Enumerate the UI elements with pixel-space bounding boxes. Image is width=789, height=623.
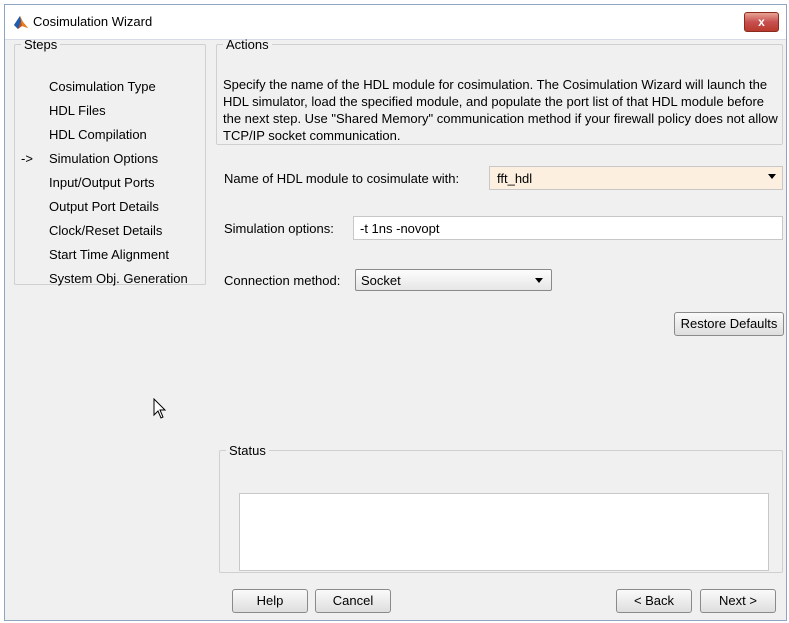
title-bar: Cosimulation Wizard x xyxy=(5,5,786,40)
steps-panel: Steps Cosimulation Type HDL Files HDL Comp… xyxy=(14,37,206,286)
step-label: Cosimulation Type xyxy=(49,79,156,94)
module-name-label: Name of HDL module to cosimulate with: xyxy=(224,171,460,186)
step-item: Clock/Reset Details xyxy=(15,223,162,238)
status-panel: Status xyxy=(219,443,783,573)
step-label: Input/Output Ports xyxy=(49,175,155,190)
simulation-options-input[interactable] xyxy=(353,216,783,240)
step-item: Cosimulation Type xyxy=(15,79,156,94)
step-item: HDL Compilation xyxy=(15,127,147,142)
close-button[interactable]: x xyxy=(744,12,779,32)
module-name-value: fft_hdl xyxy=(497,171,533,186)
status-legend: Status xyxy=(229,443,266,458)
restore-defaults-button[interactable]: Restore Defaults xyxy=(674,312,784,336)
simulation-options-label: Simulation options: xyxy=(224,221,334,236)
step-label: Simulation Options xyxy=(49,151,159,166)
actions-description: Specify the name of the HDL module for c… xyxy=(223,77,778,143)
step-label: Start Time Alignment xyxy=(49,247,169,262)
mouse-cursor-icon xyxy=(153,398,167,419)
connection-method-value: Socket xyxy=(361,273,401,288)
chevron-down-icon xyxy=(535,278,543,283)
step-item: Start Time Alignment xyxy=(15,247,169,262)
back-button[interactable]: < Back xyxy=(616,589,692,613)
actions-panel: Actions Specify the name of the HDL modu… xyxy=(216,37,783,145)
close-icon: x xyxy=(758,15,765,29)
step-label: System Obj. Generation xyxy=(49,271,188,286)
step-label: Output Port Details xyxy=(49,199,159,214)
current-step-marker: -> xyxy=(21,151,33,166)
status-textarea[interactable] xyxy=(239,493,769,571)
step-item: System Obj. Generation xyxy=(15,271,188,286)
next-button[interactable]: Next > xyxy=(700,589,776,613)
module-name-combobox[interactable]: fft_hdl xyxy=(489,166,783,190)
help-button[interactable]: Help xyxy=(232,589,308,613)
steps-legend: Steps xyxy=(24,37,58,52)
chevron-down-icon[interactable] xyxy=(768,174,776,179)
step-item: HDL Files xyxy=(15,103,106,118)
window-title: Cosimulation Wizard xyxy=(33,14,153,29)
connection-method-label: Connection method: xyxy=(224,273,341,288)
step-label: HDL Files xyxy=(49,103,106,118)
actions-legend: Actions xyxy=(226,37,269,52)
step-label: HDL Compilation xyxy=(49,127,147,142)
connection-method-select[interactable]: Socket xyxy=(355,269,552,291)
step-label: Clock/Reset Details xyxy=(49,223,163,238)
matlab-icon xyxy=(13,14,29,30)
step-item: -> Simulation Options xyxy=(15,151,158,166)
cancel-button[interactable]: Cancel xyxy=(315,589,391,613)
step-item: Output Port Details xyxy=(15,199,159,214)
step-item: Input/Output Ports xyxy=(15,175,155,190)
